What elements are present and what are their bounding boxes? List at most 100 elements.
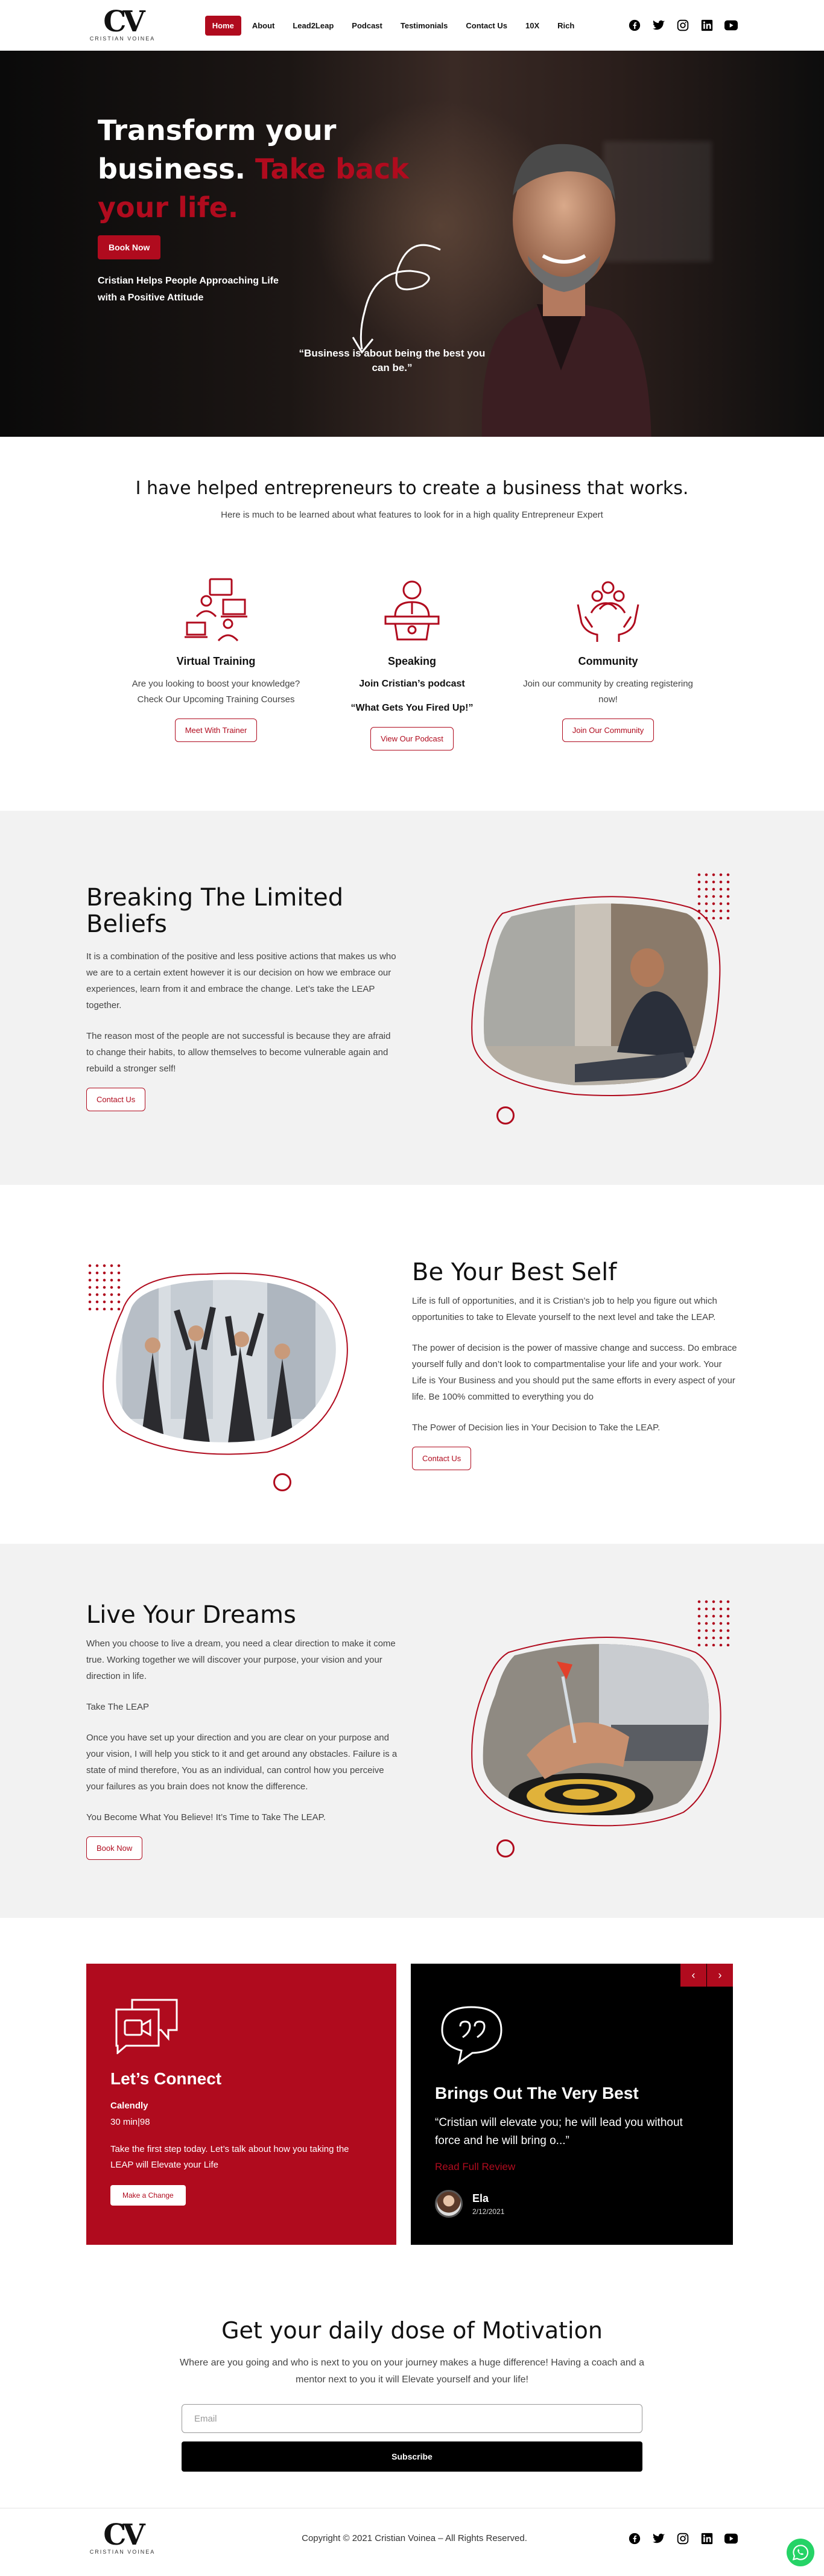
hero-subtitle: Cristian Helps People Approaching Life w… xyxy=(98,276,279,303)
nav-rich[interactable]: Rich xyxy=(550,16,582,36)
instagram-icon[interactable] xyxy=(676,19,689,32)
logo-text: CRISTIAN VOINEA xyxy=(89,36,156,42)
feature-title: Speaking xyxy=(387,655,437,667)
connect-description: Take the first step today. Let’s talk ab… xyxy=(110,2144,349,2170)
nav-about[interactable]: About xyxy=(245,16,282,36)
read-full-review-link[interactable]: Read Full Review xyxy=(435,2161,709,2173)
site-header: CV CRISTIAN VOINEA Home About Lead2Leap … xyxy=(0,0,824,51)
twitter-icon[interactable] xyxy=(652,19,665,32)
instagram-icon[interactable] xyxy=(676,2532,689,2545)
feature-title: Virtual Training xyxy=(176,655,256,667)
speaker-icon xyxy=(384,580,440,641)
contact-us-button[interactable]: Contact Us xyxy=(86,1088,146,1111)
live-dreams-section: Live Your Dreams When you choose to live… xyxy=(0,1544,824,1918)
logo-text: CRISTIAN VOINEA xyxy=(89,2548,156,2555)
ring-decoration xyxy=(496,1106,515,1125)
limited-beliefs-section: Breaking The Limited Beliefs It is a com… xyxy=(0,811,824,1185)
make-a-change-button[interactable]: Make a Change xyxy=(110,2185,186,2206)
feature-virtual-training: Virtual Training Are you looking to boos… xyxy=(128,574,303,750)
logo-mark: CV xyxy=(103,2517,145,2552)
best-self-title: Be Your Best Self xyxy=(412,1258,617,1286)
footer-logo[interactable]: CV CRISTIAN VOINEA xyxy=(86,2517,159,2555)
motivation-section: Get your daily dose of Motivation Where … xyxy=(0,2311,824,2508)
limited-text: Breaking The Limited Beliefs It is a com… xyxy=(86,884,400,1111)
linkedin-icon[interactable] xyxy=(700,19,714,32)
dreams-paragraph-3: Once you have set up your direction and … xyxy=(86,1733,398,1792)
features-list: Virtual Training Are you looking to boos… xyxy=(128,574,696,750)
testimonial-quote: “Cristian will elevate you; he will lead… xyxy=(435,2116,683,2147)
testimonial-title: Brings Out The Very Best xyxy=(435,2084,639,2102)
meet-trainer-button[interactable]: Meet With Trainer xyxy=(174,719,258,742)
book-now-button[interactable]: Book Now xyxy=(98,235,161,259)
dreams-text: Live Your Dreams When you choose to live… xyxy=(86,1602,400,1860)
facebook-icon[interactable] xyxy=(628,19,641,32)
header-socials xyxy=(628,19,738,32)
best-self-section: Be Your Best Self Life is full of opport… xyxy=(0,1185,824,1544)
feature-community: Community Join our community by creating… xyxy=(521,574,696,750)
limited-title: Breaking The Limited Beliefs xyxy=(86,884,344,938)
video-call-icon xyxy=(115,1999,178,2055)
testimonial-card: ‹ › Brings Out The Very Best “Cristian w… xyxy=(411,1964,733,2245)
duration-label: 30 min|98 xyxy=(110,2117,150,2127)
connect-cards: Let’s Connect Calendly 30 min|98 Take th… xyxy=(86,1964,738,2245)
nav-10x[interactable]: 10X xyxy=(518,16,547,36)
next-arrow-icon[interactable]: › xyxy=(706,1964,733,1987)
testimonial-arrows: ‹ › xyxy=(680,1964,733,1987)
feature-text-2: Check Our Upcoming Training Courses xyxy=(137,694,295,705)
dots-decoration xyxy=(696,1598,732,1646)
prev-arrow-icon[interactable]: ‹ xyxy=(680,1964,706,1987)
nav-contact[interactable]: Contact Us xyxy=(458,16,515,36)
calendly-label: Calendly xyxy=(110,2101,148,2111)
lets-connect-card: Let’s Connect Calendly 30 min|98 Take th… xyxy=(86,1964,396,2245)
logo-mark: CV xyxy=(103,5,145,39)
linkedin-icon[interactable] xyxy=(700,2532,714,2545)
dots-decoration xyxy=(696,871,732,919)
reviewer-name: Ela xyxy=(472,2192,489,2204)
join-community-button[interactable]: Join Our Community xyxy=(562,719,654,742)
dots-decoration xyxy=(86,1261,122,1310)
logo[interactable]: CV CRISTIAN VOINEA xyxy=(86,5,159,42)
reviewer: Ela 2/12/2021 xyxy=(435,2190,709,2218)
contact-us-button-2[interactable]: Contact Us xyxy=(412,1446,472,1470)
whatsapp-icon[interactable] xyxy=(787,2539,814,2566)
ring-decoration xyxy=(273,1473,291,1491)
best-paragraph-3: The Power of Decision lies in Your Decis… xyxy=(412,1422,661,1433)
best-paragraph-1: Life is full of opportunities, and it is… xyxy=(412,1295,717,1322)
hero-section: Transform your business. Take back your … xyxy=(0,51,824,437)
subscribe-button[interactable]: Subscribe xyxy=(182,2441,642,2472)
hero-title: Transform your business. Take back your … xyxy=(98,111,411,227)
nav-podcast[interactable]: Podcast xyxy=(344,16,390,36)
feature-text: Are you looking to boost your knowledge? xyxy=(132,679,300,689)
twitter-icon[interactable] xyxy=(652,2532,665,2545)
feature-title: Community xyxy=(578,655,638,667)
copyright: Copyright © 2021 Cristian Voinea – All R… xyxy=(302,2533,527,2543)
feature-text: Join our community by creating registeri… xyxy=(523,679,693,705)
dreams-image xyxy=(454,1598,738,1857)
view-podcast-button[interactable]: View Our Podcast xyxy=(370,727,454,750)
connect-title: Let’s Connect xyxy=(110,2069,222,2088)
facebook-icon[interactable] xyxy=(628,2532,641,2545)
motivation-text: Where are you going and who is next to y… xyxy=(180,2358,644,2385)
hero-quote: “Business is about being the best you ca… xyxy=(299,347,486,373)
best-paragraph-2: The power of decision is the power of ma… xyxy=(412,1342,737,1402)
nav-home[interactable]: Home xyxy=(204,15,241,36)
limited-image xyxy=(454,871,738,1125)
nav-testimonials[interactable]: Testimonials xyxy=(393,16,455,36)
speech-quote-icon xyxy=(441,2006,502,2065)
review-date: 2/12/2021 xyxy=(472,2207,505,2216)
email-field[interactable]: Email xyxy=(182,2404,642,2433)
feature-text-2: “What Gets You Fired Up!” xyxy=(350,703,474,713)
dreams-paragraph-1: When you choose to live a dream, you nee… xyxy=(86,1639,396,1681)
dreams-paragraph-2: Take The LEAP xyxy=(86,1702,149,1712)
training-icon xyxy=(185,578,247,642)
helped-title: I have helped entrepreneurs to create a … xyxy=(135,478,689,499)
best-self-text: Be Your Best Self Life is full of opport… xyxy=(412,1259,738,1470)
dreams-title: Live Your Dreams xyxy=(86,1601,296,1629)
helped-lead: Here is much to be learned about what fe… xyxy=(221,510,603,520)
team-celebrating-image xyxy=(103,1272,348,1455)
youtube-icon[interactable] xyxy=(724,19,738,32)
youtube-icon[interactable] xyxy=(724,2532,738,2545)
community-icon xyxy=(577,581,639,642)
book-now-button-2[interactable]: Book Now xyxy=(86,1836,143,1860)
nav-lead2leap[interactable]: Lead2Leap xyxy=(285,16,341,36)
